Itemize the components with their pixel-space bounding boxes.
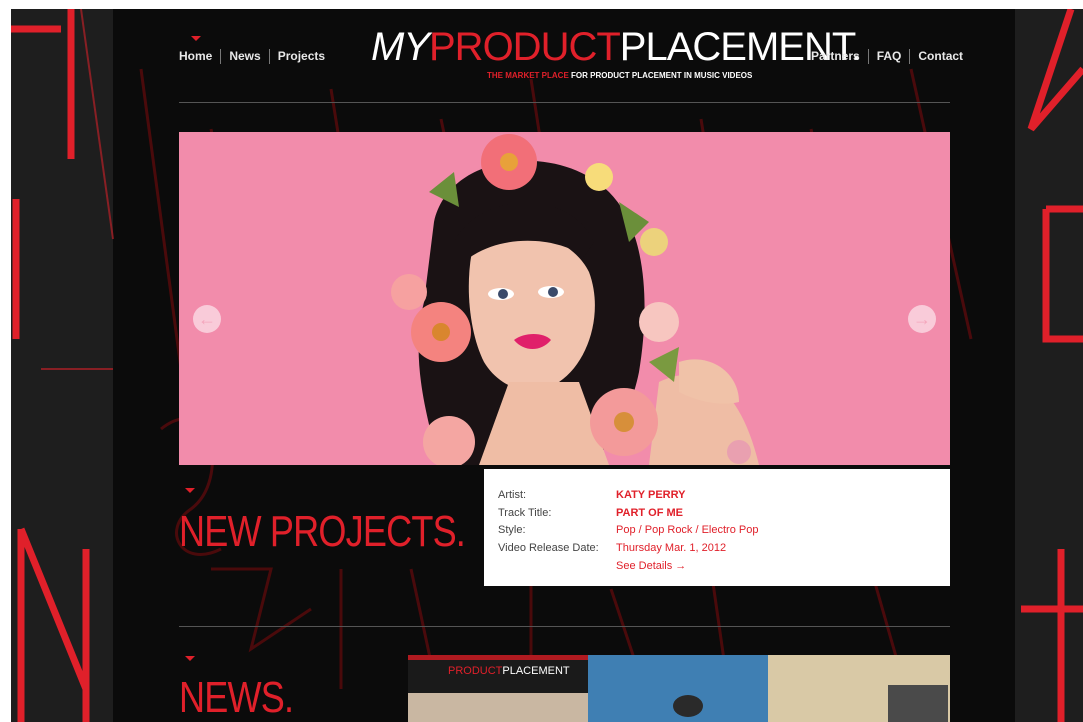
news-thumbnail[interactable] bbox=[768, 655, 950, 722]
nav-home[interactable]: Home bbox=[179, 49, 220, 64]
nav-faq[interactable]: FAQ bbox=[867, 49, 910, 64]
site-logo[interactable]: MYPRODUCTPLACEMENT. THE MARKET PLACE FOR… bbox=[371, 25, 862, 87]
nav-contact[interactable]: Contact bbox=[909, 49, 971, 64]
info-row-release-date: Video Release Date: Thursday Mar. 1, 201… bbox=[498, 540, 950, 558]
thumb-image bbox=[408, 693, 588, 722]
new-projects-title: NEW PROJECTS. bbox=[179, 507, 466, 556]
info-label: Video Release Date: bbox=[498, 541, 599, 554]
news-thumbnail[interactable]: PRODUCTPLACEMENT bbox=[408, 655, 588, 722]
primary-nav: Home News Projects bbox=[179, 49, 333, 64]
section-divider bbox=[179, 626, 950, 627]
nav-active-marker-icon bbox=[191, 36, 201, 41]
section-marker-icon bbox=[185, 488, 195, 493]
info-value-track: PART OF ME bbox=[616, 506, 684, 519]
tagline-white: FOR PRODUCT PLACEMENT IN MUSIC VIDEOS bbox=[571, 71, 753, 80]
info-value-release-date: Thursday Mar. 1, 2012 bbox=[616, 541, 727, 554]
arrow-right-icon: → bbox=[913, 308, 931, 329]
tagline-red: THE MARKET PLACE bbox=[487, 71, 569, 80]
slider-next-button[interactable]: → bbox=[908, 305, 936, 333]
logo-tagline: THE MARKET PLACE FOR PRODUCT PLACEMENT I… bbox=[487, 71, 752, 80]
see-details-link[interactable]: See Details → bbox=[616, 560, 950, 572]
slider-prev-button[interactable]: ← bbox=[193, 305, 221, 333]
logo-my: MY bbox=[371, 25, 430, 69]
info-label: Track Title: bbox=[498, 506, 552, 519]
arrow-left-icon: ← bbox=[198, 308, 216, 329]
thumb-logo: PRODUCTPLACEMENT bbox=[448, 665, 570, 677]
info-label: Style: bbox=[498, 524, 526, 536]
thumb-bar bbox=[408, 655, 588, 660]
thumb-logo-product: PRODUCT bbox=[448, 665, 503, 677]
info-value-artist: KATY PERRY bbox=[616, 489, 686, 501]
info-value-style: Pop / Pop Rock / Electro Pop bbox=[616, 524, 759, 536]
header-divider bbox=[179, 102, 950, 103]
info-label: Artist: bbox=[498, 489, 527, 501]
left-background-panel bbox=[11, 9, 113, 722]
thumb-image bbox=[673, 695, 703, 717]
logo-product: PRODUCT bbox=[429, 25, 621, 69]
section-marker-icon bbox=[185, 656, 195, 661]
hero-slider: ← → bbox=[179, 132, 950, 465]
hero-image bbox=[179, 132, 950, 465]
thumb-logo-placement: PLACEMENT bbox=[502, 665, 570, 677]
news-thumbnail[interactable] bbox=[588, 655, 768, 722]
news-title: NEWS. bbox=[179, 673, 294, 722]
nav-projects[interactable]: Projects bbox=[268, 49, 333, 64]
info-row-style: Style: Pop / Pop Rock / Electro Pop bbox=[498, 522, 950, 540]
secondary-nav: Partners FAQ Contact bbox=[811, 49, 971, 64]
project-info-card: Artist: KATY PERRY Track Title: PART OF … bbox=[484, 469, 950, 586]
info-row-track: Track Title: PART OF ME bbox=[498, 505, 950, 523]
logo-wordmark: MYPRODUCTPLACEMENT. bbox=[371, 25, 862, 69]
thumb-image bbox=[888, 685, 948, 722]
page: Home News Projects MYPRODUCTPLACEMENT. T… bbox=[11, 9, 1083, 722]
nav-partners[interactable]: Partners bbox=[811, 49, 868, 64]
nav-news[interactable]: News bbox=[220, 49, 268, 64]
info-row-artist: Artist: KATY PERRY bbox=[498, 487, 950, 505]
right-background-panel bbox=[1015, 9, 1083, 722]
